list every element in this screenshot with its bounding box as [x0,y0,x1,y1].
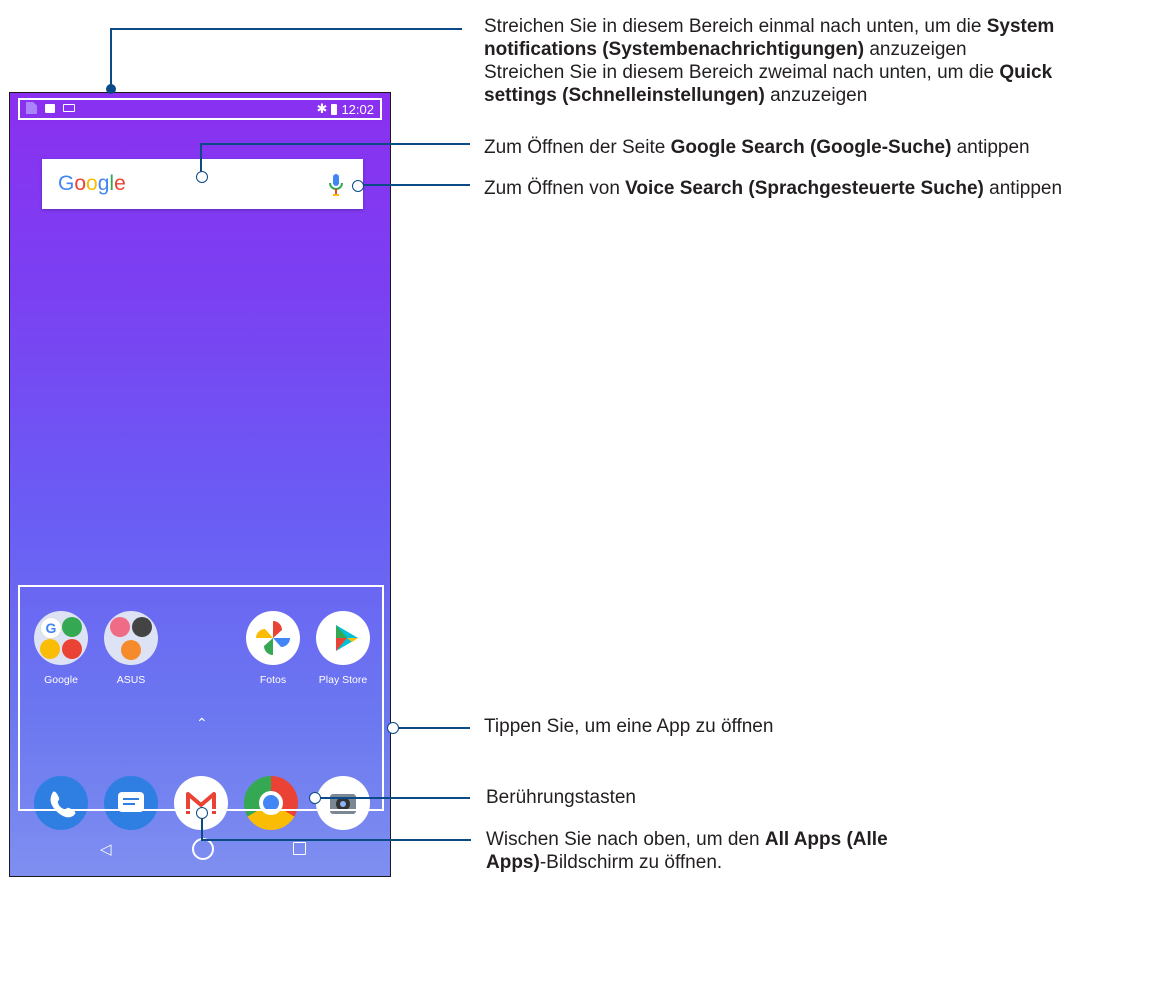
annotation-touch-keys: Berührungstasten [486,787,636,808]
callout-line [110,28,462,30]
recent-apps-icon[interactable] [293,842,306,855]
annotation-bold: notifications (Systembenachrichtigungen) [484,39,865,60]
status-bar-right: ✱ 12:02 [317,101,374,117]
callout-dot [309,792,321,804]
annotation-bold: Voice Search (Sprachgesteuerte Suche) [625,178,984,199]
annotation-bold: Apps) [486,852,540,873]
annotation-bold: Quick [999,62,1053,83]
annotation-text: antippen [983,178,1063,199]
annotation-text: Streichen Sie in diesem Bereich zweimal … [484,62,1000,83]
annotation-text: antippen [951,137,1030,158]
callout-dot [387,722,399,734]
no-sim-icon [26,102,37,114]
status-bar-left [26,102,75,114]
annotation-bold: Google Search (Google-Suche) [670,137,952,158]
annotation-text: -Bildschirm zu öffnen. [539,852,723,873]
callout-line [110,28,112,90]
annotation-text: anzuzeigen [864,39,967,60]
annotation-text: Streichen Sie in diesem Bereich einmal n… [484,16,987,37]
annotation-all-apps: Wischen Sie nach oben, um den All Apps (… [486,828,1046,874]
home-button-icon[interactable] [192,838,214,860]
annotation-text: Wischen Sie nach oben, um den [486,829,765,850]
callout-dot [196,807,208,819]
annotation-google-search: Zum Öffnen der Seite Google Search (Goog… [484,136,1030,159]
annotation-voice-search: Zum Öffnen von Voice Search (Sprachgeste… [484,177,1062,200]
google-logo: Google [58,172,126,195]
image-notification-icon [45,103,55,113]
keyboard-icon [63,104,75,112]
annotation-bold: System [986,16,1055,37]
callout-line [200,143,470,145]
google-search-bar[interactable]: Google [42,159,363,209]
bluetooth-icon: ✱ [316,101,328,116]
status-bar[interactable]: ✱ 12:02 [18,98,382,120]
callout-dot [106,84,116,94]
back-icon[interactable]: ◁ [100,840,112,858]
callout-line [201,839,471,841]
phone-screen: ✱ 12:02 Google G Google ASUS Fotos Play … [9,92,391,877]
callout-line [397,727,470,729]
apps-highlight-box [18,585,384,811]
annotation-bold: settings (Schnelleinstellungen) [484,85,765,106]
callout-dot [196,171,208,183]
annotation-bold: All Apps (Alle [764,829,888,850]
clock: 12:02 [341,101,374,117]
callout-line [358,184,470,186]
annotation-statusbar: Streichen Sie in diesem Bereich einmal n… [484,15,1164,107]
annotation-apps: Tippen Sie, um eine App zu öffnen [484,716,774,737]
microphone-icon[interactable] [324,172,348,198]
callout-dot [352,180,364,192]
battery-icon [331,103,338,115]
annotation-text: Zum Öffnen der Seite [484,137,671,158]
navigation-bar: ◁ [10,826,390,876]
callout-line [317,797,470,799]
annotation-text: anzuzeigen [764,85,868,106]
annotation-text: Zum Öffnen von [484,178,626,199]
